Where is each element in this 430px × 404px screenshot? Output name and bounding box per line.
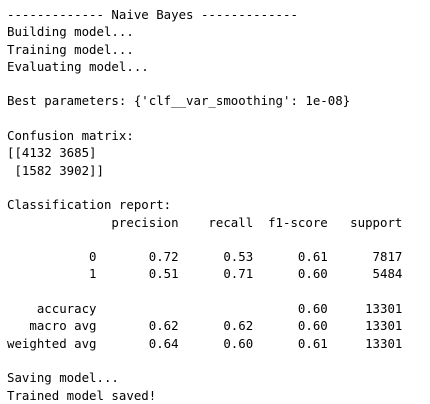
report-row-weighted-avg: weighted avg 0.64 0.60 0.61 13301 xyxy=(7,335,403,351)
report-row-class-1: 1 0.51 0.71 0.60 5484 xyxy=(7,266,403,282)
console-output: ------------- Naive Bayes ------------- … xyxy=(0,0,430,403)
status-line: Saving model... xyxy=(7,370,119,386)
confusion-matrix-row: [[4132 3685] xyxy=(7,145,97,161)
confusion-matrix-row: [1582 3902]] xyxy=(7,162,104,178)
status-line: Evaluating model... xyxy=(7,58,149,74)
confusion-matrix-heading: Confusion matrix: xyxy=(7,128,134,144)
best-parameters-line: Best parameters: {'clf__var_smoothing': … xyxy=(7,93,351,109)
classification-report-heading: Classification report: xyxy=(7,197,172,213)
status-line: Trained model saved! xyxy=(7,387,157,403)
status-line: Training model... xyxy=(7,41,134,57)
report-column-headers: precision recall f1-score support xyxy=(7,214,403,230)
report-row-macro-avg: macro avg 0.62 0.62 0.60 13301 xyxy=(7,318,403,334)
report-row-class-0: 0 0.72 0.53 0.61 7817 xyxy=(7,249,403,265)
report-row-accuracy: accuracy 0.60 13301 xyxy=(7,301,403,317)
status-line: Building model... xyxy=(7,24,134,40)
section-header: ------------- Naive Bayes ------------- xyxy=(7,7,298,22)
